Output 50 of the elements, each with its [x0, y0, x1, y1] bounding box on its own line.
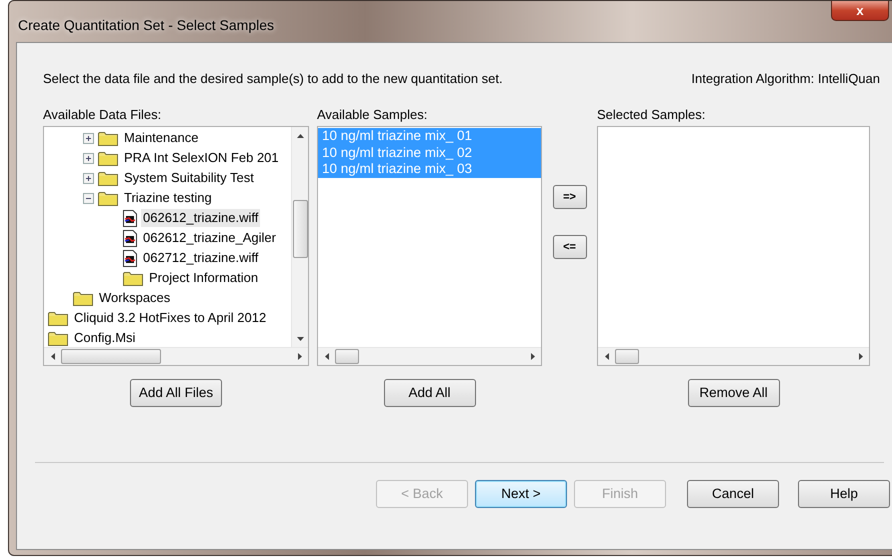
- horizontal-scrollbar[interactable]: [598, 347, 869, 365]
- folder-icon: [73, 290, 93, 306]
- folder-icon: [98, 130, 118, 146]
- tree-item[interactable]: System Suitability Test: [122, 169, 256, 188]
- tree-item[interactable]: PRA Int SelexION Feb 201: [122, 149, 281, 168]
- add-all-button[interactable]: Add All: [384, 379, 476, 407]
- tree-item[interactable]: Cliquid 3.2 HotFixes to April 2012: [72, 309, 268, 328]
- scroll-thumb[interactable]: [615, 349, 639, 364]
- files-tree[interactable]: [43, 126, 309, 366]
- collapse-icon[interactable]: [83, 192, 94, 204]
- add-arrow-button[interactable]: =>: [552, 185, 586, 209]
- folder-icon: [123, 270, 143, 286]
- files-label: Available Data Files:: [43, 107, 162, 123]
- window-title: Create Quantitation Set - Select Samples: [18, 16, 274, 35]
- remove-arrow-button[interactable]: <=: [552, 235, 586, 259]
- tree-item[interactable]: Config.Msi: [72, 329, 138, 347]
- scroll-thumb[interactable]: [61, 349, 161, 364]
- add-all-files-button[interactable]: Add All Files: [130, 379, 222, 407]
- available-samples-label: Available Samples:: [317, 107, 428, 123]
- remove-all-button[interactable]: Remove All: [688, 379, 780, 407]
- dialog-button[interactable]: Help: [798, 480, 890, 508]
- data-file-icon: [123, 250, 137, 267]
- folder-icon: [98, 170, 118, 186]
- tree-item[interactable]: 062712_triazine.wiff: [141, 249, 260, 268]
- tree-item[interactable]: Maintenance: [122, 129, 200, 148]
- vertical-scrollbar[interactable]: [291, 127, 308, 347]
- horizontal-scrollbar[interactable]: [44, 347, 308, 365]
- folder-icon: [48, 330, 68, 346]
- expand-icon[interactable]: [83, 172, 94, 184]
- tree-item[interactable]: Triazine testing: [122, 189, 214, 208]
- expand-icon[interactable]: [83, 132, 94, 144]
- folder-icon: [98, 150, 118, 166]
- folder-icon: [48, 310, 68, 326]
- dialog-button[interactable]: Next >: [475, 480, 567, 508]
- expand-icon[interactable]: [83, 152, 94, 164]
- algorithm-label: Integration Algorithm: IntelliQuan: [691, 70, 880, 88]
- selected-samples-label: Selected Samples:: [597, 107, 706, 123]
- instruction-text: Select the data file and the desired sample(s) to add to the new quantitation set.: [43, 70, 503, 88]
- scroll-thumb[interactable]: [292, 200, 308, 258]
- data-file-icon: [123, 210, 137, 227]
- tree-item[interactable]: Workspaces: [97, 289, 172, 308]
- close-button[interactable]: x: [831, 1, 889, 21]
- scroll-thumb[interactable]: [335, 349, 359, 364]
- tree-item[interactable]: Project Information: [147, 269, 260, 288]
- data-file-icon: [123, 230, 137, 247]
- tree-item[interactable]: 062612_triazine_Agiler: [141, 229, 278, 248]
- folder-icon: [98, 190, 118, 206]
- dialog-button[interactable]: Cancel: [687, 480, 779, 508]
- horizontal-scrollbar[interactable]: [318, 347, 541, 365]
- tree-item[interactable]: 062612_triazine.wiff: [141, 209, 260, 228]
